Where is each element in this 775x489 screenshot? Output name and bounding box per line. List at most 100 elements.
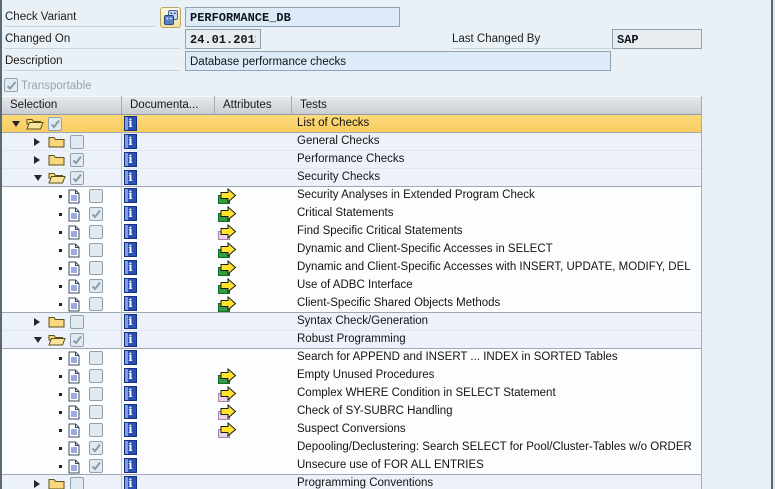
tree-row[interactable]: i Suspect Conversions xyxy=(2,421,701,439)
documentation-icon[interactable]: i xyxy=(124,314,137,329)
documentation-icon[interactable]: i xyxy=(124,386,137,401)
tree-row[interactable]: i Critical Statements xyxy=(2,205,701,223)
collapse-toggle-icon[interactable] xyxy=(34,337,42,343)
tree-row[interactable]: i Dynamic and Client-Specific Accesses in… xyxy=(2,241,701,259)
test-name[interactable]: Critical Statements xyxy=(297,207,394,219)
tree-row[interactable]: i List of Checks xyxy=(2,115,701,133)
row-checkbox[interactable] xyxy=(89,243,103,257)
test-name[interactable]: General Checks xyxy=(297,135,379,147)
documentation-icon[interactable]: i xyxy=(124,458,137,473)
tree-row[interactable]: i Depooling/Declustering: Search SELECT f… xyxy=(2,439,701,457)
row-checkbox[interactable] xyxy=(89,423,103,437)
documentation-icon[interactable]: i xyxy=(124,476,137,489)
row-checkbox[interactable] xyxy=(89,369,103,383)
test-name[interactable]: Syntax Check/Generation xyxy=(297,315,428,327)
test-name[interactable]: Robust Programming xyxy=(297,333,406,345)
test-name[interactable]: Unsecure use of FOR ALL ENTRIES xyxy=(297,459,484,471)
documentation-icon[interactable]: i xyxy=(124,152,137,167)
test-name[interactable]: Security Checks xyxy=(297,171,380,183)
row-checkbox[interactable] xyxy=(70,171,84,185)
tree-row[interactable]: i Client-Specific Shared Objects Methods xyxy=(2,295,701,313)
documentation-icon[interactable]: i xyxy=(124,134,137,149)
tree-row[interactable]: i Find Specific Critical Statements xyxy=(2,223,701,241)
documentation-icon[interactable]: i xyxy=(124,188,137,203)
documentation-icon[interactable]: i xyxy=(124,278,137,293)
test-name[interactable]: Search for APPEND and INSERT ... INDEX i… xyxy=(297,351,618,363)
row-checkbox[interactable] xyxy=(70,153,84,167)
tree-row[interactable]: i Performance Checks xyxy=(2,151,701,169)
row-checkbox[interactable] xyxy=(89,207,103,221)
collapse-toggle-icon[interactable] xyxy=(34,175,42,181)
tree-row[interactable]: i Use of ADBC Interface xyxy=(2,277,701,295)
tree-row[interactable]: i Empty Unused Procedures xyxy=(2,367,701,385)
test-name[interactable]: Programming Conventions xyxy=(297,477,433,489)
changed-on-input[interactable] xyxy=(185,29,261,49)
test-name[interactable]: Dynamic and Client-Specific Accesses wit… xyxy=(297,261,691,273)
column-header-tests[interactable]: Tests xyxy=(292,96,701,114)
test-name[interactable]: Check of SY-SUBRC Handling xyxy=(297,405,453,417)
tree-row[interactable]: i Security Analyses in Extended Program C… xyxy=(2,187,701,205)
row-checkbox[interactable] xyxy=(89,225,103,239)
tree-row[interactable]: i General Checks xyxy=(2,133,701,151)
row-checkbox[interactable] xyxy=(89,441,103,455)
row-checkbox[interactable] xyxy=(89,261,103,275)
row-checkbox[interactable] xyxy=(89,405,103,419)
row-checkbox[interactable] xyxy=(89,459,103,473)
test-name[interactable]: Complex WHERE Condition in SELECT Statem… xyxy=(297,387,556,399)
documentation-icon[interactable]: i xyxy=(124,332,137,347)
documentation-icon[interactable]: i xyxy=(124,440,137,455)
documentation-icon[interactable]: i xyxy=(124,368,137,383)
test-name[interactable]: Client-Specific Shared Objects Methods xyxy=(297,297,500,309)
test-name[interactable]: Dynamic and Client-Specific Accesses in … xyxy=(297,243,553,255)
tree-row[interactable]: i Check of SY-SUBRC Handling xyxy=(2,403,701,421)
variant-icon-button[interactable] xyxy=(160,7,181,28)
row-checkbox[interactable] xyxy=(89,387,103,401)
row-checkbox[interactable] xyxy=(89,189,103,203)
last-changed-by-input[interactable] xyxy=(612,29,702,49)
documentation-icon[interactable]: i xyxy=(124,242,137,257)
row-checkbox[interactable] xyxy=(70,477,84,489)
test-name[interactable]: List of Checks xyxy=(297,117,369,129)
row-checkbox[interactable] xyxy=(70,315,84,329)
check-variant-input[interactable] xyxy=(185,7,400,27)
documentation-icon[interactable]: i xyxy=(124,116,137,131)
documentation-icon[interactable]: i xyxy=(124,260,137,275)
expand-toggle-icon[interactable] xyxy=(34,318,40,326)
tree-row[interactable]: i Unsecure use of FOR ALL ENTRIES xyxy=(2,457,701,475)
test-name[interactable]: Use of ADBC Interface xyxy=(297,279,413,291)
column-header-documentation[interactable]: Documenta... xyxy=(122,96,215,114)
row-checkbox[interactable] xyxy=(89,279,103,293)
tree-row[interactable]: i Dynamic and Client-Specific Accesses wi… xyxy=(2,259,701,277)
row-checkbox[interactable] xyxy=(89,297,103,311)
collapse-toggle-icon[interactable] xyxy=(12,121,20,127)
documentation-icon[interactable]: i xyxy=(124,404,137,419)
tree-row[interactable]: i Robust Programming xyxy=(2,331,701,349)
documentation-icon[interactable]: i xyxy=(124,296,137,311)
tree-row[interactable]: i Search for APPEND and INSERT ... INDEX … xyxy=(2,349,701,367)
expand-toggle-icon[interactable] xyxy=(34,138,40,146)
row-checkbox[interactable] xyxy=(70,333,84,347)
documentation-icon[interactable]: i xyxy=(124,224,137,239)
row-checkbox[interactable] xyxy=(48,117,62,131)
test-name[interactable]: Depooling/Declustering: Search SELECT fo… xyxy=(297,441,692,453)
row-checkbox[interactable] xyxy=(89,351,103,365)
test-name[interactable]: Find Specific Critical Statements xyxy=(297,225,463,237)
row-checkbox[interactable] xyxy=(70,135,84,149)
transportable-checkbox[interactable] xyxy=(4,78,18,92)
expand-toggle-icon[interactable] xyxy=(34,480,40,488)
test-name[interactable]: Suspect Conversions xyxy=(297,423,406,435)
tree-row[interactable]: i Programming Conventions xyxy=(2,475,701,489)
test-name[interactable]: Empty Unused Procedures xyxy=(297,369,434,381)
description-input[interactable] xyxy=(185,51,611,71)
test-name[interactable]: Performance Checks xyxy=(297,153,404,165)
expand-toggle-icon[interactable] xyxy=(34,156,40,164)
documentation-icon[interactable]: i xyxy=(124,350,137,365)
tree-row[interactable]: i Complex WHERE Condition in SELECT State… xyxy=(2,385,701,403)
test-name[interactable]: Security Analyses in Extended Program Ch… xyxy=(297,189,535,201)
documentation-icon[interactable]: i xyxy=(124,170,137,185)
documentation-icon[interactable]: i xyxy=(124,206,137,221)
column-header-selection[interactable]: Selection xyxy=(2,96,122,114)
tree-row[interactable]: i Security Checks xyxy=(2,169,701,187)
documentation-icon[interactable]: i xyxy=(124,422,137,437)
column-header-attributes[interactable]: Attributes xyxy=(215,96,292,114)
